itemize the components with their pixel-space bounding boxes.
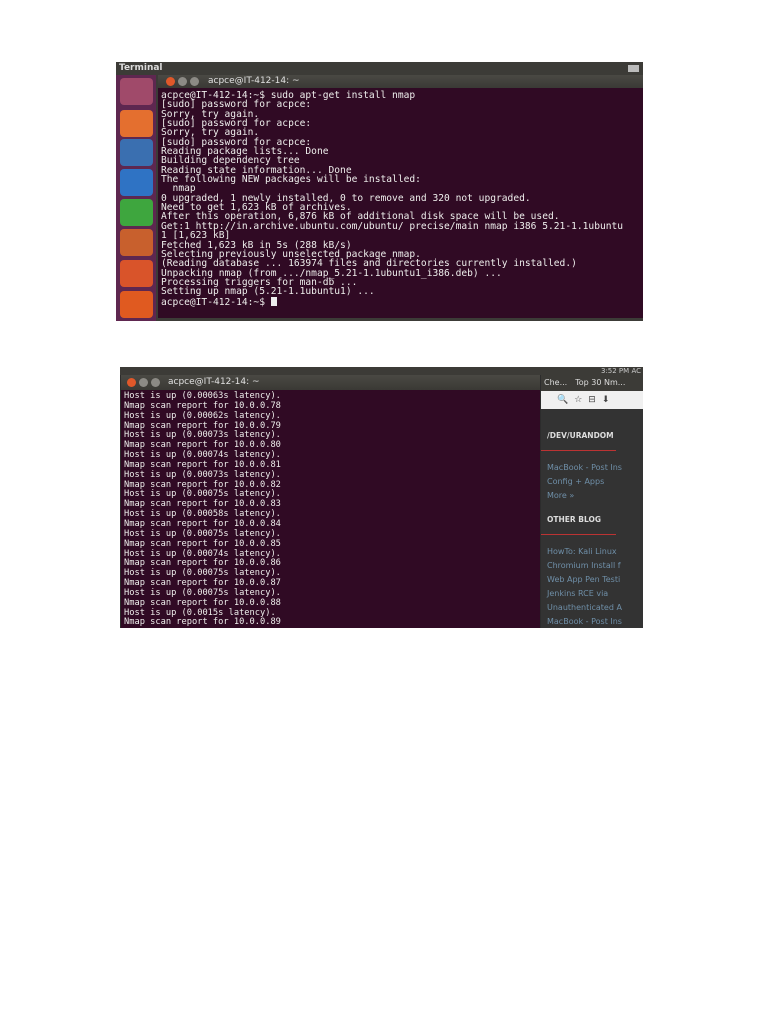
impress-icon[interactable]: [120, 229, 153, 256]
text-cursor: [270, 296, 277, 306]
user-menu[interactable]: AC: [631, 367, 641, 375]
browser-tabs: Che... Top 30 Nm...: [541, 375, 643, 391]
ubuntu-dash-icon[interactable]: [120, 78, 153, 105]
terminal-line: Nmap scan report for 10.0.0.89: [124, 617, 281, 628]
maximize-button[interactable]: [190, 77, 199, 86]
writer-icon[interactable]: [120, 169, 153, 196]
terminal-line: The following NEW packages will be insta…: [161, 174, 421, 186]
unity-launcher: [116, 75, 156, 321]
browser-window: Che... Top 30 Nm... 🔍☆⊟⬇ /DEV/URANDOM Mac…: [541, 375, 643, 628]
terminal-output[interactable]: Host is up (0.00063s latency). Nmap scan …: [121, 390, 540, 628]
terminal-window: acpce@IT-412-14: ~ acpce@IT-412-14:~$ su…: [158, 75, 643, 318]
software-center-icon[interactable]: [120, 260, 153, 287]
terminal-window: acpce@IT-412-14: ~ Host is up (0.00063s …: [121, 375, 540, 628]
screenshot-terminal-install: Terminal acpce@IT-412-14: ~ acpce@IT-412…: [116, 62, 643, 321]
window-titlebar: acpce@IT-412-14: ~: [158, 75, 643, 88]
close-button[interactable]: [127, 378, 136, 387]
blog-sidebar: /DEV/URANDOM MacBook - Post Ins Config + …: [541, 431, 643, 628]
top-panel: 3:52 PM AC: [120, 367, 643, 375]
window-titlebar: acpce@IT-412-14: ~: [121, 375, 540, 390]
files-icon[interactable]: [120, 110, 153, 137]
blog-link[interactable]: Jenkins RCE via: [547, 587, 643, 601]
screenshot-nmap-scan: 3:52 PM AC acpce@IT-412-14: ~ Host is up…: [120, 367, 643, 628]
blog-link[interactable]: HowTo: Kali Linux: [547, 545, 643, 559]
blog-link[interactable]: MacBook - Post Ins: [547, 461, 643, 475]
blog-link[interactable]: Chromium Install f: [547, 559, 643, 573]
calc-icon[interactable]: [120, 199, 153, 226]
blog-link[interactable]: Unauthenticated A: [547, 601, 643, 615]
blog-link[interactable]: MacBook - Post Ins: [547, 615, 643, 628]
tab[interactable]: Che...: [544, 375, 567, 391]
window-title: acpce@IT-412-14: ~: [208, 76, 300, 86]
firefox-icon[interactable]: [120, 139, 153, 166]
prompt-text: acpce@IT-412-14:~$: [161, 296, 271, 308]
minimize-button[interactable]: [139, 378, 148, 387]
top-panel-title: Terminal: [119, 63, 163, 73]
mail-icon: [628, 65, 639, 72]
close-button[interactable]: [166, 77, 175, 86]
section-title: OTHER BLOG: [547, 515, 602, 524]
ubuntu-one-icon[interactable]: [120, 291, 153, 318]
window-title: acpce@IT-412-14: ~: [168, 377, 260, 387]
browser-toolbar-icons[interactable]: 🔍☆⊟⬇: [541, 391, 643, 409]
blog-link[interactable]: Config + Apps: [547, 475, 643, 489]
section-title: /DEV/URANDOM: [547, 431, 614, 440]
blog-link[interactable]: Web App Pen Testi: [547, 573, 643, 587]
terminal-prompt: acpce@IT-412-14:~$: [161, 296, 643, 308]
window-buttons: [166, 77, 199, 86]
top-panel: Terminal: [116, 62, 643, 75]
clock: 3:52 PM: [600, 367, 630, 375]
maximize-button[interactable]: [151, 378, 160, 387]
terminal-output[interactable]: acpce@IT-412-14:~$ sudo apt-get install …: [158, 88, 643, 318]
terminal-line: Get:1 http://in.archive.ubuntu.com/ubunt…: [161, 220, 624, 232]
blog-link[interactable]: More »: [547, 489, 643, 503]
divider: [541, 534, 616, 535]
terminal-line: Setting up nmap (5.21-1.1ubuntu1) ...: [161, 286, 375, 298]
tab[interactable]: Top 30 Nm...: [575, 375, 625, 391]
window-buttons: [127, 378, 160, 387]
minimize-button[interactable]: [178, 77, 187, 86]
divider: [541, 450, 616, 451]
